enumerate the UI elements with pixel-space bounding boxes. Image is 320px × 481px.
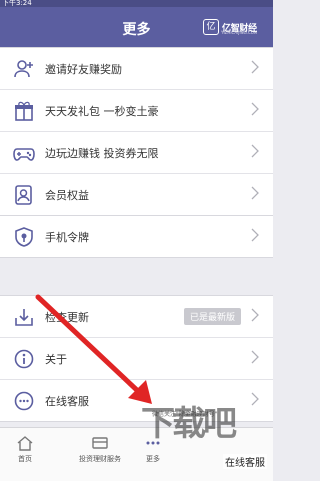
menu-item-gift[interactable]: 天天发礼包 一秒变土豪 bbox=[0, 90, 273, 132]
menu-item-label: 天天发礼包 一秒变土豪 bbox=[45, 105, 159, 118]
chevron-right-icon bbox=[251, 308, 259, 322]
chevron-right-icon bbox=[251, 60, 259, 74]
version-badge: 已是最新版 bbox=[183, 308, 241, 325]
member-icon bbox=[15, 185, 32, 205]
bottom-tab-bar: 首页 投资理财服务 更多 bbox=[0, 427, 273, 481]
info-icon bbox=[14, 349, 34, 369]
status-bar: 下午3:24 bbox=[0, 0, 273, 7]
brand-mark-icon: 亿 bbox=[203, 19, 219, 35]
brand-sub: YIZHICAIJING.COM bbox=[221, 30, 258, 35]
chevron-right-icon bbox=[251, 392, 259, 406]
menu-item-token[interactable]: 手机令牌 bbox=[0, 216, 273, 257]
menu-group-app: 检查更新 已是最新版 关于 在线客服 bbox=[0, 295, 273, 422]
menu-item-label: 会员权益 bbox=[45, 189, 89, 202]
chevron-right-icon bbox=[251, 102, 259, 116]
wechat-tip: 微信关注"除金融理财号" bbox=[152, 411, 218, 418]
download-icon bbox=[15, 309, 33, 326]
menu-item-label: 手机令牌 bbox=[45, 231, 89, 244]
brand-logo: 亿 亿智财经 YIZHICAIJING.COM bbox=[203, 19, 267, 35]
menu-item-label: 检查更新 bbox=[45, 311, 89, 324]
menu-item-support[interactable]: 在线客服 bbox=[0, 380, 273, 421]
finance-icon bbox=[92, 437, 108, 449]
menu-item-label: 边玩边赚钱 投资券无限 bbox=[45, 147, 159, 160]
gamepad-icon bbox=[13, 148, 35, 161]
menu-item-about[interactable]: 关于 bbox=[0, 338, 273, 380]
menu-item-invite[interactable]: 邀请好友赚奖励 bbox=[0, 48, 273, 90]
tab-more[interactable]: 更多 bbox=[138, 428, 168, 481]
tab-home[interactable]: 首页 bbox=[0, 428, 50, 481]
app-header: 更多 亿 亿智财经 YIZHICAIJING.COM bbox=[0, 7, 273, 47]
home-icon bbox=[17, 436, 33, 451]
menu-item-member[interactable]: 会员权益 bbox=[0, 174, 273, 215]
tab-label: 更多 bbox=[146, 455, 160, 463]
chevron-right-icon bbox=[251, 350, 259, 364]
chat-icon bbox=[14, 391, 34, 411]
tab-label: 首页 bbox=[18, 455, 32, 463]
menu-group-security: 手机令牌 bbox=[0, 215, 273, 258]
gift-icon bbox=[15, 101, 33, 121]
menu-item-label: 关于 bbox=[45, 353, 67, 366]
user-plus-icon bbox=[14, 60, 33, 78]
menu-item-game[interactable]: 边玩边赚钱 投资券无限 bbox=[0, 132, 273, 174]
status-time: 下午3:24 bbox=[2, 0, 32, 7]
more-icon bbox=[146, 441, 160, 445]
chevron-right-icon bbox=[251, 228, 259, 242]
chevron-right-icon bbox=[251, 186, 259, 200]
tab-label: 投资理财服务 bbox=[79, 455, 121, 463]
chevron-right-icon bbox=[251, 144, 259, 158]
menu-item-update[interactable]: 检查更新 已是最新版 bbox=[0, 296, 273, 338]
menu-group-rewards: 邀请好友赚奖励 天天发礼包 一秒变土豪 边玩边赚钱 投资券无限 会员权益 bbox=[0, 47, 273, 216]
menu-item-label: 邀请好友赚奖励 bbox=[45, 63, 122, 76]
tab-finance[interactable]: 投资理财服务 bbox=[60, 428, 140, 481]
menu-item-label: 在线客服 bbox=[45, 395, 89, 408]
shield-icon bbox=[15, 227, 33, 247]
